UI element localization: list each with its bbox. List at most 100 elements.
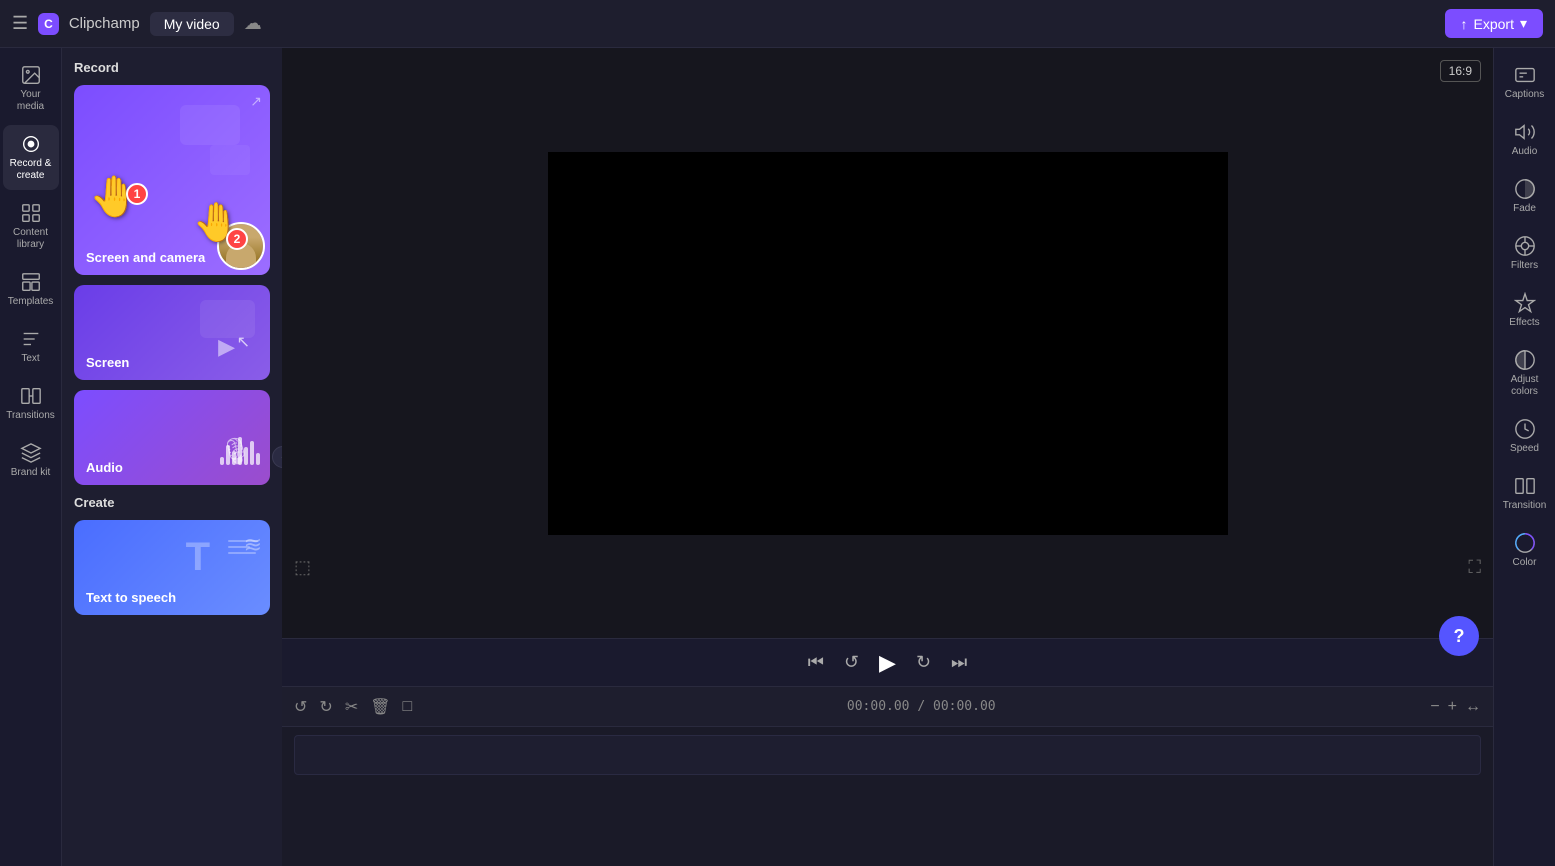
adjust-colors-label: Adjust colors — [1501, 374, 1549, 398]
right-item-filters[interactable]: Filters — [1497, 227, 1553, 280]
preview-controls: ⏮ ↺ ▶ ↻ ⏭ — [282, 638, 1493, 686]
sidebar-item-your-media[interactable]: Your media — [3, 56, 59, 121]
right-item-speed[interactable]: Speed — [1497, 410, 1553, 463]
sidebar-item-content-library-label: Content library — [7, 227, 55, 251]
skip-back-button[interactable]: ⏮ — [808, 652, 824, 673]
tts-lines-deco — [228, 540, 258, 554]
aspect-ratio-badge: 16:9 — [1440, 60, 1481, 82]
audio-right-label: Audio — [1512, 146, 1538, 158]
expand-icon: ↗ — [250, 93, 262, 110]
right-panel: Captions Audio Fade — [1493, 48, 1555, 866]
rewind-button[interactable]: ↺ — [844, 652, 859, 673]
badge-2: 2 — [226, 228, 248, 250]
caption-icon[interactable]: ⬚ — [294, 557, 311, 578]
sidebar-item-content-library[interactable]: Content library — [3, 194, 59, 259]
badge-1: 1 — [126, 183, 148, 205]
create-section-title: Create — [74, 495, 270, 510]
delete-button[interactable]: 🗑 — [370, 697, 390, 717]
fullscreen-icon[interactable]: ⛶ — [1468, 557, 1481, 578]
export-chevron: ▾ — [1520, 15, 1527, 32]
right-item-audio[interactable]: Audio — [1497, 113, 1553, 166]
audio-label: Audio — [86, 460, 123, 475]
right-item-effects[interactable]: Effects — [1497, 284, 1553, 337]
fit-zoom-button[interactable]: ↔ — [1465, 698, 1481, 716]
skip-forward-button[interactable]: ⏭ — [951, 652, 967, 673]
cursor-icon: ▶ — [218, 334, 235, 360]
export-button[interactable]: ↑ Export ▾ — [1445, 9, 1544, 38]
cloud-icon: ☁ — [244, 13, 262, 34]
center-area: 16:9 ⬚ ⛶ ⏮ ↺ ▶ ↻ ⏭ ↺ ↻ ✂ 🗑 □ 00:00.0 — [282, 48, 1493, 866]
export-label: Export — [1474, 16, 1514, 32]
speed-icon — [1514, 418, 1536, 440]
sidebar-item-brand-kit[interactable]: Brand kit — [3, 434, 59, 487]
speed-label: Speed — [1510, 443, 1539, 455]
right-item-transition[interactable]: Transition — [1497, 467, 1553, 520]
sidebar-item-templates[interactable]: Templates — [3, 263, 59, 316]
transition-label: Transition — [1503, 500, 1547, 512]
color-label: Color — [1513, 557, 1537, 569]
undo-button[interactable]: ↺ — [294, 697, 307, 717]
audio-right-icon — [1514, 121, 1536, 143]
captions-label: Captions — [1505, 89, 1544, 101]
video-frame — [548, 152, 1228, 535]
brand-icon — [20, 442, 42, 464]
help-button[interactable]: ? — [1439, 616, 1479, 656]
topbar-left: ☰ C Clipchamp My video ☁ — [12, 12, 1433, 36]
zoom-controls: − + ↔ — [1430, 698, 1481, 716]
right-item-color[interactable]: Color — [1497, 524, 1553, 577]
effects-icon — [1514, 292, 1536, 314]
forward-button[interactable]: ↻ — [916, 652, 931, 673]
sidebar-item-record-create-label: Record & create — [7, 158, 55, 182]
text-icon — [20, 328, 42, 350]
screen-card[interactable]: ▶ ↖ Screen — [74, 285, 270, 380]
right-item-adjust-colors[interactable]: Adjust colors — [1497, 341, 1553, 406]
media-icon — [20, 64, 42, 86]
record-icon — [20, 133, 42, 155]
timeline-toolbar: ↺ ↻ ✂ 🗑 □ 00:00.00 / 00:00.00 − + ↔ — [282, 687, 1493, 727]
sidebar-item-record-create[interactable]: Record & create — [3, 125, 59, 190]
library-icon — [20, 202, 42, 224]
app-name: Clipchamp — [69, 15, 140, 32]
play-button[interactable]: ▶ — [879, 650, 896, 676]
fit-button[interactable]: □ — [403, 698, 413, 716]
fade-icon — [1514, 178, 1536, 200]
time-separator: / — [917, 699, 933, 714]
cut-button[interactable]: ✂ — [345, 697, 358, 717]
right-item-captions[interactable]: Captions — [1497, 56, 1553, 109]
effects-label: Effects — [1509, 317, 1539, 329]
filters-icon — [1514, 235, 1536, 257]
transitions-icon — [20, 385, 42, 407]
redo-button[interactable]: ↻ — [319, 697, 332, 717]
zoom-out-button[interactable]: − — [1430, 698, 1439, 716]
sidebar-item-transitions-label: Transitions — [6, 410, 55, 422]
right-item-fade[interactable]: Fade — [1497, 170, 1553, 223]
transition-icon — [1514, 475, 1536, 497]
sidebar-item-transitions[interactable]: Transitions — [3, 377, 59, 430]
screen-camera-card[interactable]: ↗ 🤚 🤚 1 2 Screen and camera — [74, 85, 270, 275]
timeline-tracks — [282, 727, 1493, 866]
time-total: 00:00.00 — [933, 699, 996, 714]
time-display: 00:00.00 / 00:00.00 — [424, 699, 1418, 714]
logo-badge: C — [38, 13, 59, 35]
zoom-in-button[interactable]: + — [1448, 698, 1457, 716]
sidebar-item-text[interactable]: Text — [3, 320, 59, 373]
panel-collapse-button[interactable]: ‹ — [272, 446, 282, 468]
menu-icon[interactable]: ☰ — [12, 13, 28, 34]
text-to-speech-card[interactable]: T ≋ Text to speech — [74, 520, 270, 615]
main-content: Your media Record & create Content libra… — [0, 48, 1555, 866]
tts-label: Text to speech — [86, 590, 176, 605]
audio-card[interactable]: 🎙 Audio — [74, 390, 270, 485]
mic-icon-deco: 🎙 — [219, 436, 252, 467]
topbar: ☰ C Clipchamp My video ☁ ↑ Export ▾ — [0, 0, 1555, 48]
adjust-colors-icon — [1514, 349, 1536, 371]
export-icon: ↑ — [1461, 16, 1468, 32]
sidebar-item-brand-kit-label: Brand kit — [11, 467, 50, 479]
mouse-cursor: ↖ — [237, 332, 250, 352]
time-current: 00:00.00 — [847, 699, 910, 714]
my-video-tab[interactable]: My video — [150, 12, 234, 36]
tts-t-deco: T — [186, 535, 210, 580]
timeline-area: ↺ ↻ ✂ 🗑 □ 00:00.00 / 00:00.00 − + ↔ — [282, 686, 1493, 866]
icon-nav: Your media Record & create Content libra… — [0, 48, 62, 866]
templates-icon — [20, 271, 42, 293]
sidebar-item-templates-label: Templates — [8, 296, 54, 308]
